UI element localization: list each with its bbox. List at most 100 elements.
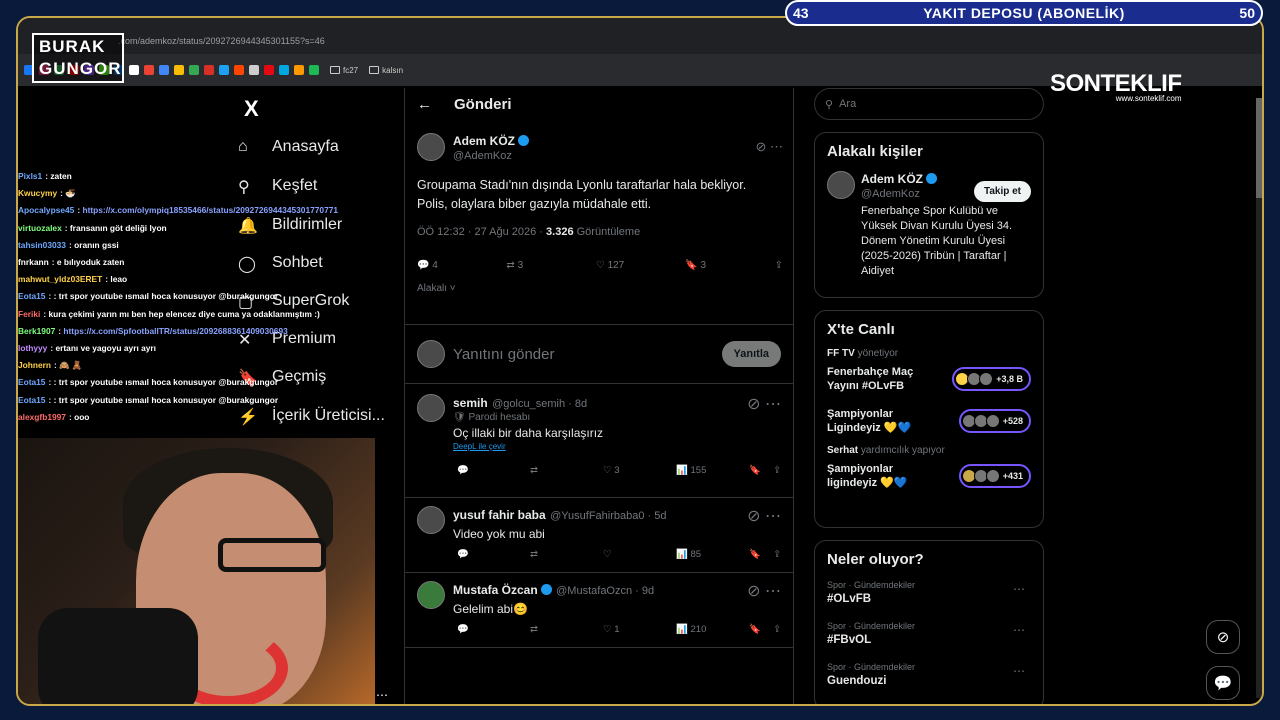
more-icon[interactable]: ⊘ ⋯ <box>747 394 781 414</box>
bookmark-icon[interactable] <box>219 65 229 75</box>
follow-button[interactable]: Takip et <box>973 181 1031 202</box>
like-button[interactable]: ♡ 127 <box>596 260 685 271</box>
chat-username[interactable]: alexgfb1997 <box>18 412 66 422</box>
bookmark-folder[interactable]: kalsın <box>369 66 403 75</box>
chat-message: lothyyy: ertanı ve yagoyu ayrı ayrı <box>18 343 157 354</box>
share-icon[interactable]: ⇪ <box>773 465 781 476</box>
more-icon[interactable]: ⋯ <box>376 688 388 702</box>
bookmark-icon[interactable] <box>234 65 244 75</box>
like-button[interactable]: ♡ 1 <box>603 624 676 635</box>
views-stat[interactable]: 📊 210 <box>676 624 749 635</box>
avatar[interactable] <box>417 581 445 609</box>
chat-username[interactable]: Eota15 <box>18 291 45 301</box>
bookmark-icon[interactable] <box>174 65 184 75</box>
more-icon[interactable]: ⋯ <box>1013 623 1025 637</box>
chat-username[interactable]: Eota15 <box>18 377 45 387</box>
chat-text[interactable]: https://x.com/olympiq18535466/status/209… <box>82 205 338 215</box>
nav-home[interactable]: ⌂ Anasayfa <box>238 138 339 156</box>
avatar[interactable] <box>417 133 445 161</box>
bookmark-button[interactable]: 🔖 <box>749 624 773 635</box>
avatar[interactable] <box>417 506 445 534</box>
live-item[interactable]: Şampiyonlar Ligindeyiz 💛💙 +528 <box>827 407 1031 435</box>
more-icon[interactable]: ⋯ <box>1013 664 1025 678</box>
like-button[interactable]: ♡ 3 <box>603 465 676 476</box>
listener-count: +431 <box>958 464 1031 488</box>
messages-fab-icon[interactable]: 💬 <box>1206 666 1240 700</box>
chat-message: Apocalypse45: https://x.com/olympiq18535… <box>18 205 339 216</box>
bookmark-icon[interactable] <box>189 65 199 75</box>
trend-item[interactable]: Spor · Gündemdekiler Guendouzi ⋯ <box>827 662 1031 687</box>
share-icon[interactable]: ⇪ <box>773 624 781 635</box>
more-icon[interactable]: ⊘ ⋯ <box>747 581 781 601</box>
bookmark-icon[interactable] <box>249 65 259 75</box>
avatar[interactable] <box>827 171 855 199</box>
views-stat[interactable]: 📊 85 <box>676 549 749 560</box>
live-spaces: X'te Canlı FF TV yönetiyor Fenerbahçe Ma… <box>814 310 1044 528</box>
trend-item[interactable]: Spor · Gündemdekiler #FBvOL ⋯ <box>827 621 1031 646</box>
reply-button[interactable]: 💬 <box>457 624 530 635</box>
views-stat[interactable]: 📊 155 <box>676 465 749 476</box>
back-arrow-icon[interactable]: ← <box>417 96 432 113</box>
chat-username[interactable]: Eota15 <box>18 395 45 405</box>
grok-fab-icon[interactable]: ⊘ <box>1206 620 1240 654</box>
chat-username[interactable]: tahsin03033 <box>18 240 66 250</box>
webcam-microphone <box>38 608 198 704</box>
bookmark-icon[interactable] <box>294 65 304 75</box>
reply-button[interactable]: 💬 <box>457 549 530 560</box>
bookmark-icon[interactable] <box>204 65 214 75</box>
grok-icon[interactable]: ⊘ ⋯ <box>755 139 783 155</box>
like-button[interactable]: ♡ <box>603 549 676 560</box>
chat-username[interactable]: virtuozalex <box>18 223 62 233</box>
bookmark-icon[interactable] <box>264 65 274 75</box>
chat-username[interactable]: Pixls1 <box>18 171 42 181</box>
bookmark-button[interactable]: 🔖 <box>749 465 773 476</box>
search-input[interactable]: ⚲ Ara <box>814 88 1044 120</box>
share-icon[interactable]: ⇪ <box>773 549 781 560</box>
more-icon[interactable]: ⋯ <box>1013 582 1025 596</box>
stream-frame: .com/ademkoz/status/2092726944345301155?… <box>16 16 1264 706</box>
scrollbar[interactable] <box>1256 98 1262 698</box>
bookmark-button[interactable]: 🔖 3 <box>685 260 774 271</box>
folder-icon <box>330 66 340 74</box>
repost-button[interactable]: ⇄ 3 <box>506 260 595 271</box>
bookmark-icon[interactable] <box>144 65 154 75</box>
repost-button[interactable]: ⇄ <box>530 624 603 635</box>
bookmark-icon[interactable] <box>279 65 289 75</box>
trend-item[interactable]: Spor · Gündemdekiler #OLvFB ⋯ <box>827 580 1031 605</box>
more-icon[interactable]: ⊘ ⋯ <box>747 506 781 526</box>
chat-username[interactable]: Berk1907 <box>18 326 55 336</box>
bookmark-icon[interactable] <box>309 65 319 75</box>
translate-link[interactable]: DeepL ile çevir <box>453 442 781 451</box>
address-bar[interactable]: .com/ademkoz/status/2092726944345301155?… <box>118 36 325 46</box>
chat-message: Feriki: kura çekimi yarın mı ben hep ele… <box>18 308 320 319</box>
chat-message: fnrkann: e bılıyoduk zaten <box>18 257 125 268</box>
chat-username[interactable]: mahwut_yldz03ERET <box>18 274 102 284</box>
listener-avatar <box>985 469 1000 483</box>
reply-submit-button[interactable]: Yanıtla <box>721 341 781 367</box>
chat-username[interactable]: fnrkann <box>18 257 49 267</box>
chat-username[interactable]: Feriki <box>18 309 40 319</box>
share-icon[interactable]: ⇪ <box>775 260 783 271</box>
chat-message: Eota15: : trt spor youtube ısmaıl hoca k… <box>18 394 279 405</box>
chat-username[interactable]: Johnern <box>18 360 51 370</box>
chat-message: Kwucymy: 🍜 <box>18 188 76 199</box>
reply-button[interactable]: 💬 <box>457 465 530 476</box>
repost-button[interactable]: ⇄ <box>530 549 603 560</box>
live-item[interactable]: Fenerbahçe Maç Yayını #OLvFB +3,8 B <box>827 365 1031 393</box>
bookmark-button[interactable]: 🔖 <box>749 549 773 560</box>
x-logo-icon[interactable]: X <box>244 96 259 122</box>
chat-text[interactable]: https://x.com/SpfootballTR/status/209268… <box>63 326 287 336</box>
chat-username[interactable]: lothyyy <box>18 343 47 353</box>
reply-input[interactable]: Yanıtını gönder <box>453 346 714 363</box>
chat-username[interactable]: Apocalypse45 <box>18 205 74 215</box>
chat-username[interactable]: Kwucymy <box>18 188 57 198</box>
repost-button[interactable]: ⇄ <box>530 465 603 476</box>
bookmark-icon[interactable] <box>129 65 139 75</box>
bookmark-folder[interactable]: fc27 <box>330 66 358 75</box>
avatar[interactable] <box>417 394 445 422</box>
live-item[interactable]: Şampiyonlar ligindeyiz 💛💙 +431 <box>827 462 1031 490</box>
scrollbar-thumb[interactable] <box>1256 98 1262 198</box>
bookmark-icon[interactable] <box>159 65 169 75</box>
related-dropdown[interactable]: Alakalı ˅ <box>417 283 783 294</box>
reply-button[interactable]: 💬 4 <box>417 260 506 271</box>
